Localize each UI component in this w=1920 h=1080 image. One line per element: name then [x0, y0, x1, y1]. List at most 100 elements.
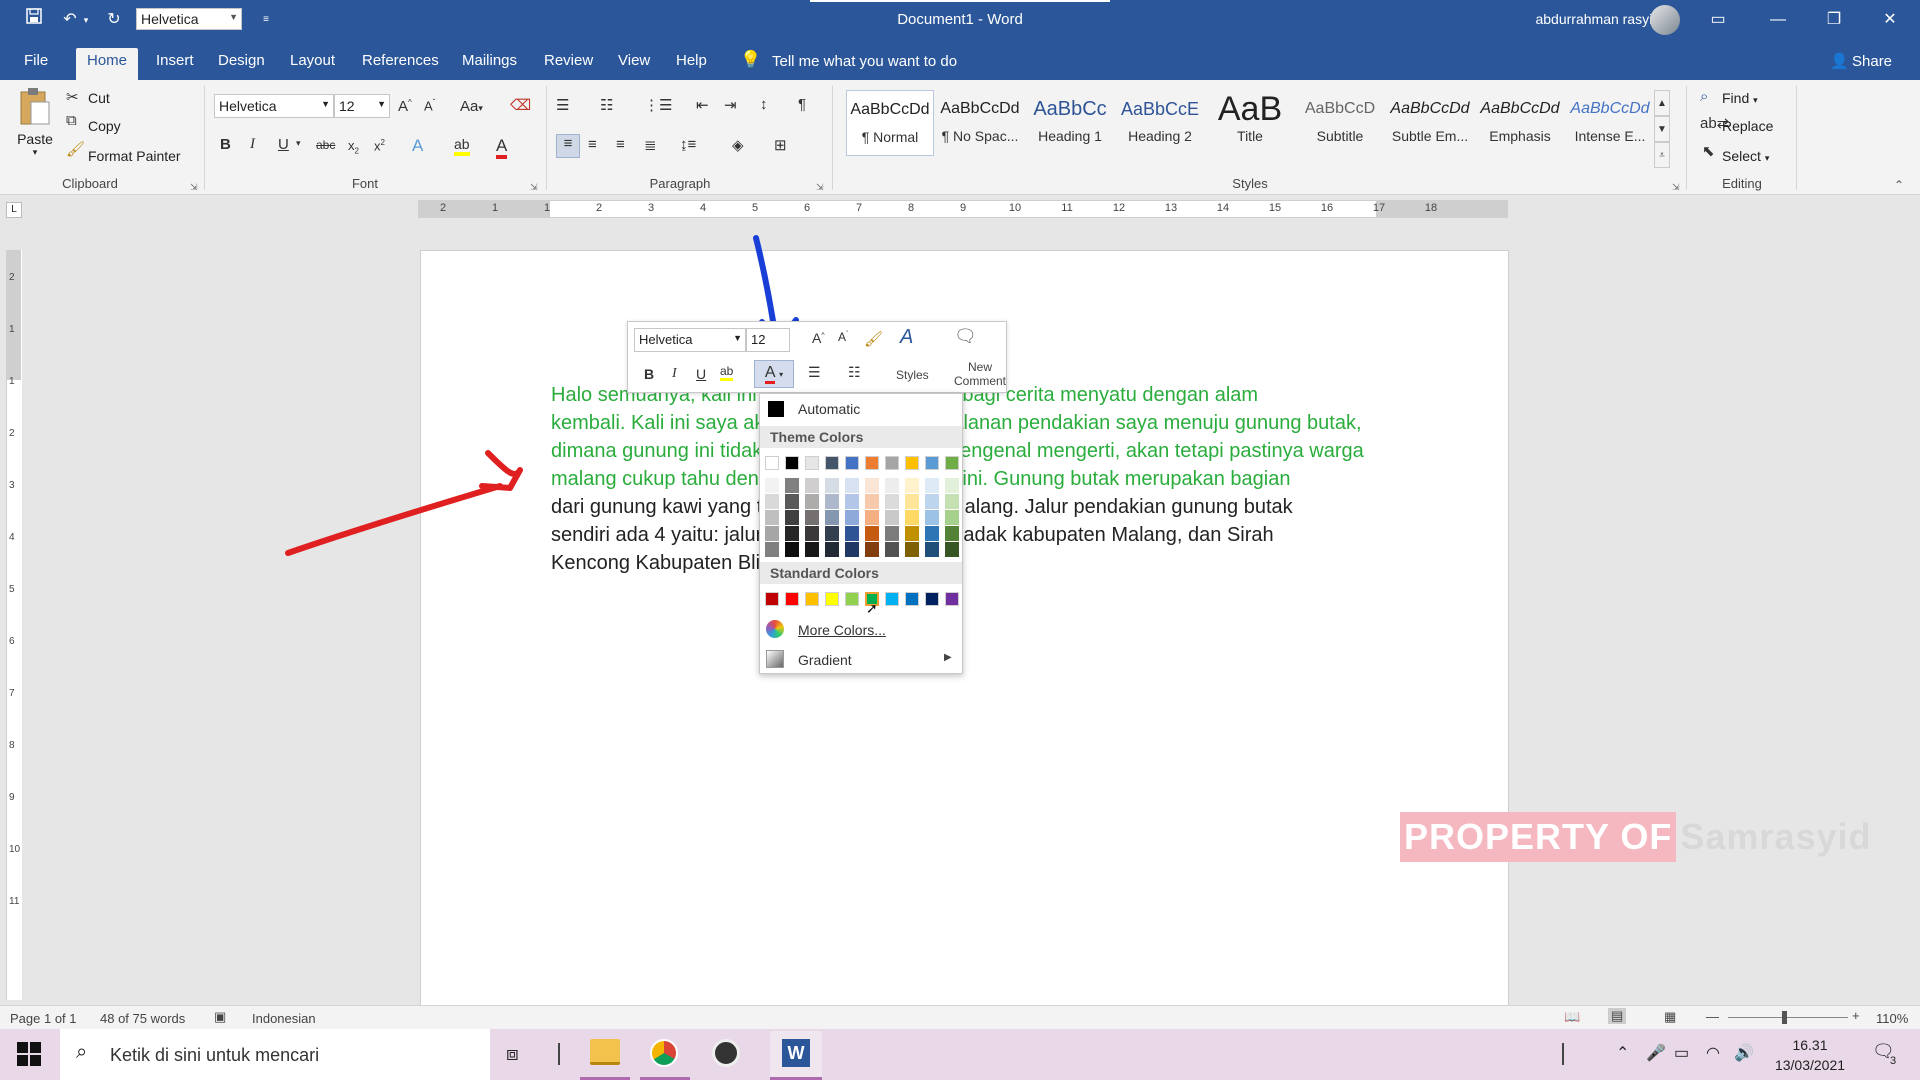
strikethrough-icon[interactable]: abc: [316, 138, 335, 152]
copy-button[interactable]: Copy: [88, 118, 121, 134]
italic-icon[interactable]: I: [672, 366, 677, 382]
find-button[interactable]: Find ▾: [1722, 90, 1758, 106]
theme-shade-swatch[interactable]: [945, 526, 959, 541]
highlight-icon[interactable]: ab: [454, 136, 470, 156]
theme-shade-swatch[interactable]: [925, 510, 939, 525]
undo-dropdown-icon[interactable]: ▾: [80, 8, 92, 32]
bold-icon[interactable]: B: [220, 136, 231, 153]
shrink-font-icon[interactable]: Aˇ: [424, 98, 435, 113]
collapse-ribbon-icon[interactable]: ⌃: [1894, 178, 1904, 192]
save-icon[interactable]: [22, 8, 46, 32]
theme-shade-swatch[interactable]: [825, 526, 839, 541]
gradient-option[interactable]: Gradient ▶: [760, 646, 962, 672]
shrink-font-icon[interactable]: Aˇ: [838, 330, 848, 344]
format-painter-icon[interactable]: 🖌: [864, 330, 883, 348]
theme-shade-swatch[interactable]: [925, 542, 939, 557]
style-6[interactable]: AaBbCcD Subtitle: [1296, 90, 1384, 156]
text-line-green[interactable]: dimana gunung ini tidak banyak orang yan…: [551, 437, 1381, 465]
gallery-up-icon[interactable]: ▲: [1654, 90, 1670, 116]
volume-icon[interactable]: 🔊: [1734, 1043, 1754, 1063]
tab-mailings[interactable]: Mailings: [456, 48, 523, 80]
gallery-more-icon[interactable]: ⩡: [1654, 142, 1670, 168]
standard-color-swatch[interactable]: [885, 592, 899, 606]
mini-styles-button[interactable]: Styles: [896, 368, 929, 382]
theme-shade-swatch[interactable]: [845, 510, 859, 525]
bold-icon[interactable]: B: [644, 366, 654, 382]
wifi-icon[interactable]: ◠: [1706, 1043, 1720, 1063]
show-paragraph-marks-icon[interactable]: ¶: [798, 96, 806, 113]
style-1[interactable]: AaBbCcDd ¶ Normal: [846, 90, 934, 156]
theme-shade-swatch[interactable]: [905, 510, 919, 525]
obs-icon[interactable]: [712, 1039, 740, 1067]
text-line[interactable]: dari gunung kawi yang terletak di kabupa…: [551, 493, 1381, 521]
lightbulb-icon[interactable]: 💡: [740, 50, 761, 70]
theme-shade-swatch[interactable]: [885, 494, 899, 509]
text-line-green[interactable]: malang cukup tahu dengan gunung yang sat…: [551, 465, 1381, 493]
theme-shade-swatch[interactable]: [885, 510, 899, 525]
dialog-launcher-icon[interactable]: ⇲: [190, 182, 198, 193]
superscript-icon[interactable]: x2: [374, 138, 385, 153]
tab-file[interactable]: File: [18, 48, 54, 80]
page-count[interactable]: Page 1 of 1: [10, 1011, 77, 1026]
theme-shade-swatch[interactable]: [845, 494, 859, 509]
change-case-icon[interactable]: Aa▾: [460, 98, 483, 115]
dialog-launcher-icon[interactable]: ⇲: [816, 182, 824, 193]
theme-color-swatch[interactable]: [925, 456, 939, 470]
read-mode-icon[interactable]: 📖: [1564, 1009, 1580, 1025]
styles-icon[interactable]: A: [900, 326, 913, 349]
mini-font-size-input[interactable]: 12: [746, 328, 790, 352]
ribbon-display-options-icon[interactable]: ▭: [1690, 0, 1746, 40]
microphone-icon[interactable]: 🎤: [1646, 1043, 1666, 1063]
theme-color-swatch[interactable]: [765, 456, 779, 470]
theme-color-swatch[interactable]: [885, 456, 899, 470]
align-left-icon[interactable]: ≡: [556, 134, 580, 158]
numbering-icon[interactable]: ☷: [600, 96, 613, 114]
file-explorer-icon[interactable]: [590, 1039, 620, 1065]
theme-shade-swatch[interactable]: [765, 510, 779, 525]
avatar[interactable]: [1650, 5, 1680, 35]
zoom-level[interactable]: 110%: [1876, 1011, 1908, 1026]
theme-color-swatch[interactable]: [825, 456, 839, 470]
web-layout-icon[interactable]: ▦: [1664, 1009, 1676, 1025]
word-app-icon[interactable]: W: [770, 1031, 822, 1080]
chrome-icon[interactable]: [650, 1039, 678, 1067]
share-icon[interactable]: 👤: [1830, 52, 1849, 70]
theme-shade-swatch[interactable]: [765, 526, 779, 541]
standard-color-swatch[interactable]: [805, 592, 819, 606]
zoom-in-icon[interactable]: +: [1852, 1008, 1860, 1023]
quick-font-box[interactable]: Helvetica ▼: [136, 8, 242, 30]
proofing-icon[interactable]: ▣: [214, 1009, 226, 1025]
theme-color-swatch[interactable]: [865, 456, 879, 470]
line-spacing-icon[interactable]: ↨≡: [680, 136, 696, 153]
borders-icon[interactable]: ⊞: [774, 136, 787, 154]
style-3[interactable]: AaBbCc Heading 1: [1026, 90, 1114, 156]
theme-shade-swatch[interactable]: [805, 542, 819, 557]
theme-shade-swatch[interactable]: [885, 542, 899, 557]
theme-shade-swatch[interactable]: [945, 494, 959, 509]
theme-shade-swatch[interactable]: [785, 494, 799, 509]
battery-icon[interactable]: ▭: [1674, 1043, 1689, 1063]
increase-indent-icon[interactable]: ⇥: [724, 96, 737, 114]
show-hidden-icons[interactable]: ⌃: [1616, 1043, 1629, 1063]
theme-shade-swatch[interactable]: [845, 478, 859, 493]
tab-help[interactable]: Help: [670, 48, 713, 80]
theme-shade-swatch[interactable]: [765, 494, 779, 509]
theme-shade-swatch[interactable]: [805, 478, 819, 493]
underline-icon[interactable]: U: [696, 366, 706, 382]
standard-color-swatch[interactable]: [925, 592, 939, 606]
numbering-icon[interactable]: ☷: [848, 364, 861, 381]
tab-references[interactable]: References: [356, 48, 445, 80]
theme-color-swatch[interactable]: [905, 456, 919, 470]
underline-icon[interactable]: U: [278, 136, 289, 153]
theme-shade-swatch[interactable]: [825, 510, 839, 525]
language[interactable]: Indonesian: [252, 1011, 316, 1026]
style-5[interactable]: AaB Title: [1206, 90, 1294, 156]
theme-shade-swatch[interactable]: [905, 478, 919, 493]
theme-shade-swatch[interactable]: [865, 510, 879, 525]
theme-color-swatch[interactable]: [805, 456, 819, 470]
style-7[interactable]: AaBbCcDd Subtle Em...: [1386, 90, 1474, 156]
close-icon[interactable]: ✕: [1862, 0, 1918, 40]
tab-view[interactable]: View: [612, 48, 656, 80]
share-button[interactable]: Share: [1852, 53, 1892, 70]
style-8[interactable]: AaBbCcDd Emphasis: [1476, 90, 1564, 156]
